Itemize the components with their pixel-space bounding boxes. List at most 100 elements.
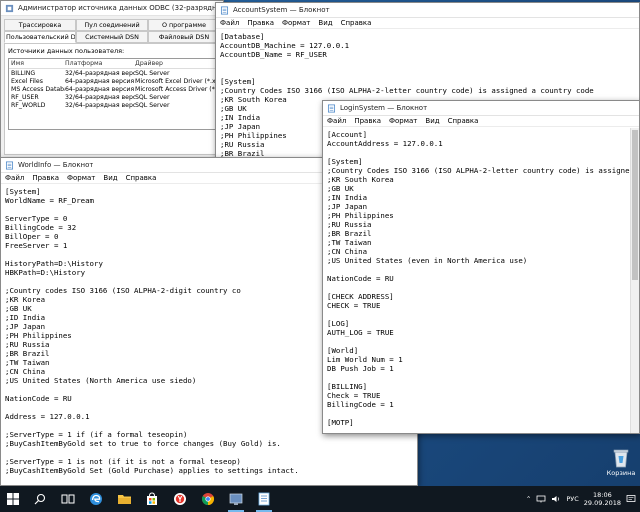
odbc-taskbar-button[interactable] xyxy=(222,486,250,512)
login-titlebar[interactable]: LoginSystem — Блокнот xyxy=(323,101,639,116)
notifications-icon[interactable] xyxy=(626,494,636,504)
col-platform[interactable]: Платформа xyxy=(65,60,135,67)
volume-icon[interactable] xyxy=(551,495,561,503)
edge-taskbar-button[interactable] xyxy=(82,486,110,512)
desktop: Администратор источника данных ODBC (32-… xyxy=(0,0,640,486)
network-icon[interactable] xyxy=(536,495,546,503)
text-line: [System] xyxy=(327,157,363,166)
menu-edit[interactable]: Правка xyxy=(247,19,274,27)
tab-about[interactable]: О программе xyxy=(148,19,220,31)
text-line: [LOG] xyxy=(327,319,350,328)
system-tray: ⌃ РУС 18:06 29.09.2018 xyxy=(526,486,636,512)
text-line: [BILLING] xyxy=(327,382,368,391)
account-menubar: Файл Правка Формат Вид Справка xyxy=(216,18,639,29)
text-line: [Database] xyxy=(220,32,265,41)
account-titlebar[interactable]: AccountSystem — Блокнот xyxy=(216,3,639,18)
clock-date: 29.09.2018 xyxy=(583,499,621,507)
taskbar: ⌃ РУС 18:06 29.09.2018 xyxy=(0,486,640,512)
menu-help[interactable]: Справка xyxy=(341,19,372,27)
dsn-name: RF_WORLD xyxy=(11,101,46,109)
odbc-app-icon xyxy=(5,4,14,12)
odbc-titlebar[interactable]: Администратор источника данных ODBC (32-… xyxy=(1,1,223,16)
tab-connection-pool[interactable]: Пул соединений xyxy=(76,19,148,31)
dsn-row[interactable]: Excel Files 64-разрядная версия Microsoft … xyxy=(9,77,215,85)
menu-view[interactable]: Вид xyxy=(425,117,439,125)
language-indicator[interactable]: РУС xyxy=(566,495,578,503)
dsn-list-header: Имя Платформа Драйвер xyxy=(9,59,215,69)
windows-logo-icon xyxy=(7,493,19,505)
user-dsn-label: Источники данных пользователя: xyxy=(8,47,125,55)
notepad-taskbar-button[interactable] xyxy=(250,486,278,512)
login-text-area[interactable]: [Account] AccountAddress = 127.0.0.1 [Sys… xyxy=(323,128,630,433)
menu-file[interactable]: Файл xyxy=(5,174,24,182)
text-line xyxy=(327,265,626,274)
text-line: ;RU Russia xyxy=(327,220,372,229)
text-line xyxy=(220,59,635,68)
menu-format[interactable]: Формат xyxy=(67,174,95,182)
text-line: AUTH_LOG = TRUE xyxy=(327,328,394,337)
tab-user-dsn[interactable]: Пользовательский DSN xyxy=(4,31,76,43)
dsn-list[interactable]: Имя Платформа Драйвер BILLING 32/64-разря… xyxy=(8,58,216,130)
store-bag-icon xyxy=(147,492,157,505)
notepad-icon xyxy=(258,492,270,506)
dsn-platform: 32/64-разрядная версия xyxy=(65,69,135,77)
dsn-row[interactable]: BILLING 32/64-разрядная версияSQL Server xyxy=(9,69,215,77)
menu-edit[interactable]: Правка xyxy=(32,174,59,182)
tab-tracing[interactable]: Трассировка xyxy=(4,19,76,31)
start-button[interactable] xyxy=(0,486,26,512)
text-line: NationCode = RU xyxy=(327,274,394,283)
dsn-row[interactable]: MS Access Database64-разрядная версияMic… xyxy=(9,85,215,93)
odbc-tabs-top: Трассировка Пул соединений О программе xyxy=(1,19,223,31)
search-taskbar-button[interactable] xyxy=(26,486,54,512)
menu-view[interactable]: Вид xyxy=(103,174,117,182)
menu-file[interactable]: Файл xyxy=(327,117,346,125)
dsn-row[interactable]: RF_USER 32/64-разрядная версияSQL Server xyxy=(9,93,215,101)
task-view-icon xyxy=(61,494,75,504)
dsn-driver: SQL Server xyxy=(135,101,170,109)
menu-view[interactable]: Вид xyxy=(318,19,332,27)
dsn-platform: 32/64-разрядная версия xyxy=(65,93,135,101)
text-line: ;TW Taiwan xyxy=(327,238,372,247)
menu-help[interactable]: Справка xyxy=(448,117,479,125)
store-taskbar-button[interactable] xyxy=(138,486,166,512)
chrome-taskbar-button[interactable] xyxy=(194,486,222,512)
text-line xyxy=(327,337,626,346)
login-scrollbar[interactable] xyxy=(630,128,639,433)
text-line: BillingCode = 1 xyxy=(327,400,394,409)
text-line xyxy=(327,373,626,382)
clock[interactable]: 18:06 29.09.2018 xyxy=(584,491,621,507)
login-title: LoginSystem — Блокнот xyxy=(340,104,428,112)
menu-format[interactable]: Формат xyxy=(389,117,417,125)
text-line: ;KR South Korea xyxy=(327,175,394,184)
tray-chevron-up-icon[interactable]: ⌃ xyxy=(526,495,531,503)
text-line: Check = TRUE xyxy=(327,391,381,400)
edge-icon xyxy=(90,493,102,505)
yandex-taskbar-button[interactable] xyxy=(166,486,194,512)
tab-system-dsn[interactable]: Системный DSN xyxy=(76,31,148,43)
login-system-notepad[interactable]: LoginSystem — Блокнот Файл Правка Формат… xyxy=(322,100,640,434)
task-view-button[interactable] xyxy=(54,486,82,512)
text-line: CHECK = TRUE xyxy=(327,301,381,310)
text-line: [Account] xyxy=(327,130,368,139)
col-driver[interactable]: Драйвер xyxy=(135,60,215,67)
text-line: Lim World Num = 1 xyxy=(327,355,403,364)
dsn-row[interactable]: RF_WORLD 32/64-разрядная версияSQL Server xyxy=(9,101,215,109)
text-line: [CHECK ADDRESS] xyxy=(327,292,394,301)
database-admin-icon xyxy=(229,493,243,505)
explorer-taskbar-button[interactable] xyxy=(110,486,138,512)
recycle-bin[interactable]: Корзина xyxy=(604,446,638,477)
account-title: AccountSystem — Блокнот xyxy=(233,6,330,14)
menu-format[interactable]: Формат xyxy=(282,19,310,27)
menu-edit[interactable]: Правка xyxy=(354,117,381,125)
col-name[interactable]: Имя xyxy=(9,60,65,67)
tab-file-dsn[interactable]: Файловый DSN xyxy=(148,31,220,43)
odbc-admin-window[interactable]: Администратор источника данных ODBC (32-… xyxy=(0,0,224,158)
dsn-name: RF_USER xyxy=(11,93,39,101)
menu-file[interactable]: Файл xyxy=(220,19,239,27)
text-line xyxy=(327,409,626,418)
login-scrollbar-thumb[interactable] xyxy=(632,130,638,280)
menu-help[interactable]: Справка xyxy=(126,174,157,182)
search-icon xyxy=(34,493,46,505)
text-line: ;BuyCashItemByGold Set (Gold Purchase) a… xyxy=(5,466,299,475)
chrome-icon xyxy=(201,493,215,505)
